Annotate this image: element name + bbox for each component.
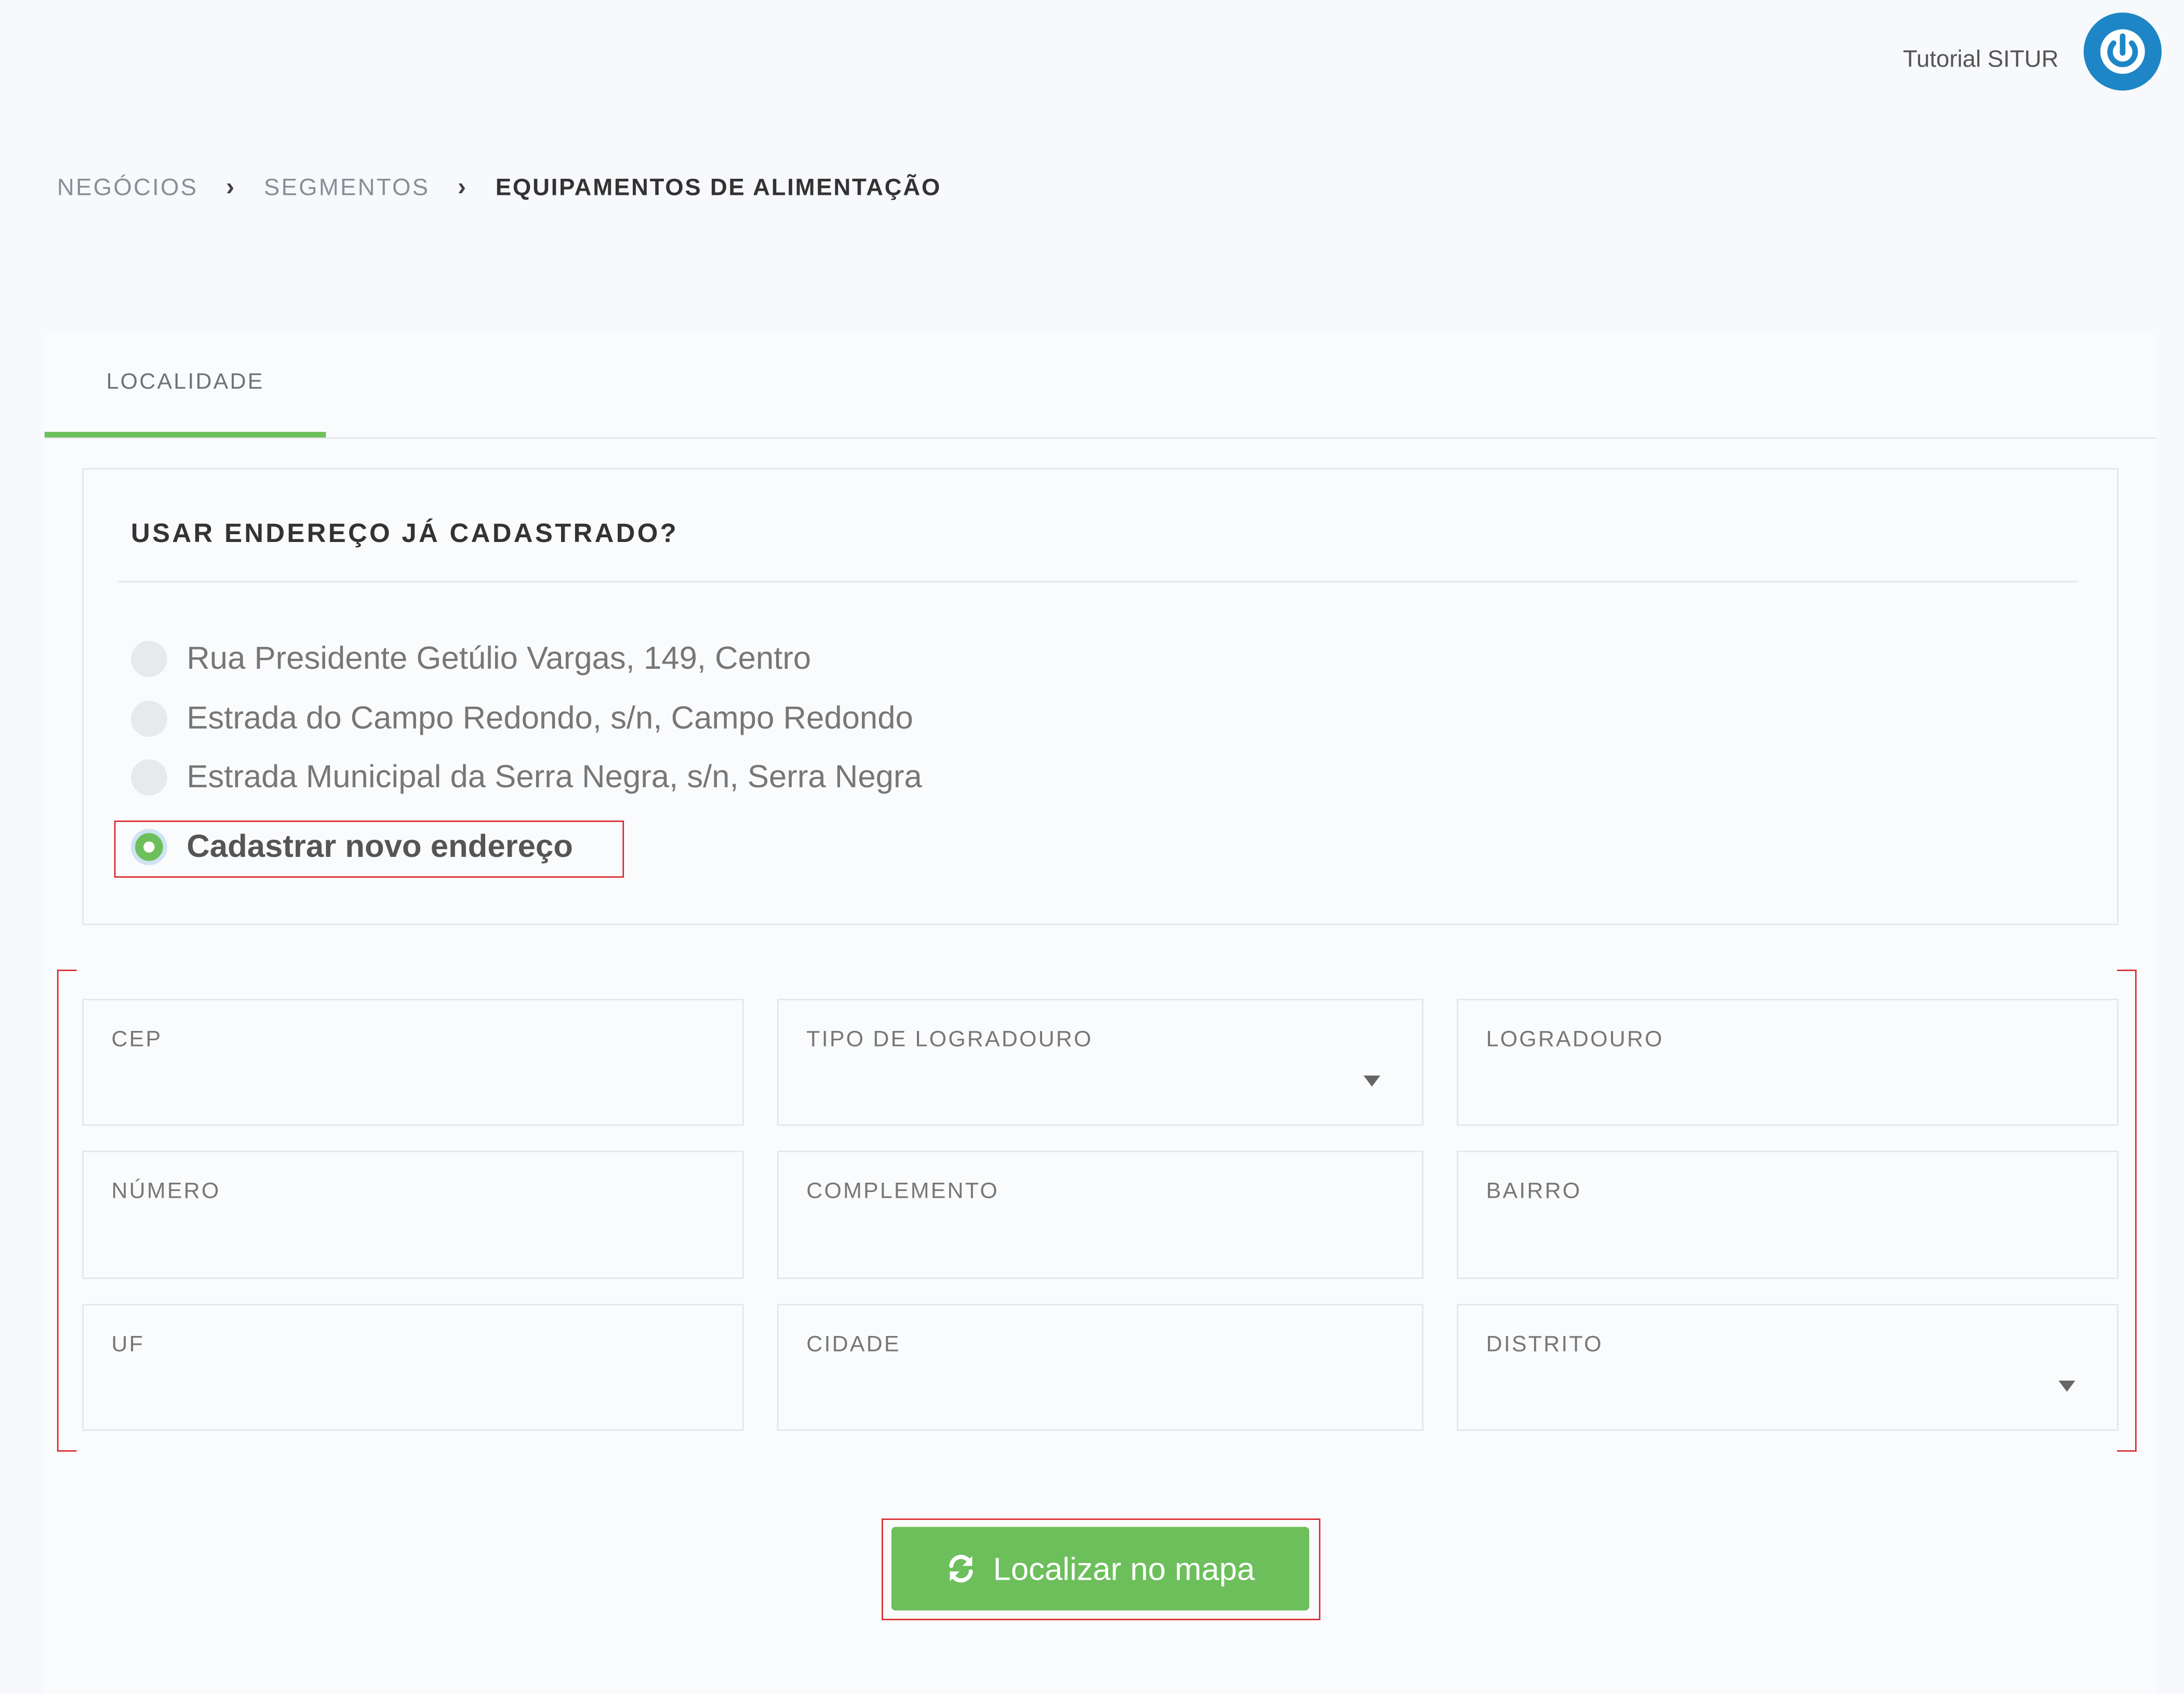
logout-button[interactable] [2083,12,2162,91]
radio-button[interactable] [131,640,167,677]
user-name: Tutorial SITUR [1902,46,2059,73]
breadcrumb-negocios[interactable]: NEGÓCIOS [57,174,198,202]
locate-on-map-button[interactable]: Localizar no mapa [891,1527,1310,1611]
uf-field[interactable]: UF [82,1304,744,1431]
tab-bar: LOCALIDADE [44,332,2156,439]
field-label: UF [111,1333,145,1357]
field-label: BAIRRO [1486,1180,1582,1204]
tab-localidade[interactable]: LOCALIDADE [44,332,326,438]
numero-field[interactable]: NÚMERO [82,1150,744,1279]
cidade-field[interactable]: CIDADE [777,1304,1423,1431]
breadcrumb: NEGÓCIOS › SEGMENTOS › EQUIPAMENTOS DE A… [57,173,941,202]
address-option-label: Estrada Municipal da Serra Negra, s/n, S… [187,758,922,795]
caret-down-icon [2058,1380,2075,1392]
page: Tutorial SITUR NEGÓCIOS › SEGMENTOS › EQ… [0,0,2184,1694]
address-option[interactable]: Rua Presidente Getúlio Vargas, 149, Cent… [131,640,811,677]
bracket-right [2117,969,2137,1452]
distrito-select[interactable]: DISTRITO [1457,1304,2119,1431]
power-icon [2100,29,2145,74]
breadcrumb-current: EQUIPAMENTOS DE ALIMENTAÇÃO [495,173,942,200]
saved-address-panel: USAR ENDEREÇO JÁ CADASTRADO? Rua Preside… [82,468,2119,925]
chevron-right-icon: › [457,173,468,201]
address-option[interactable]: Estrada do Campo Redondo, s/n, Campo Red… [131,699,913,737]
field-label: DISTRITO [1486,1333,1603,1357]
highlight-box [114,820,624,878]
address-option-label: Estrada do Campo Redondo, s/n, Campo Red… [187,699,913,736]
bairro-field[interactable]: BAIRRO [1457,1150,2119,1279]
field-label: TIPO DE LOGRADOURO [806,1028,1093,1052]
refresh-icon [945,1553,976,1584]
cep-field[interactable]: CEP [82,999,744,1126]
locate-on-map-label: Localizar no mapa [993,1550,1255,1586]
address-option[interactable]: Estrada Municipal da Serra Negra, s/n, S… [131,758,922,795]
breadcrumb-segmentos[interactable]: SEGMENTOS [264,174,430,202]
bracket-left [57,969,77,1452]
caret-down-icon [1363,1075,1380,1087]
main-card: LOCALIDADE USAR ENDEREÇO JÁ CADASTRADO? … [44,332,2156,1694]
complemento-field[interactable]: COMPLEMENTO [777,1150,1423,1279]
chevron-right-icon: › [225,173,236,201]
address-option-label: Rua Presidente Getúlio Vargas, 149, Cent… [187,639,811,676]
field-label: NÚMERO [111,1180,221,1204]
field-label: CEP [111,1028,163,1052]
logradouro-field[interactable]: LOGRADOURO [1457,999,2119,1126]
radio-button[interactable] [131,700,167,736]
tipo-logradouro-select[interactable]: TIPO DE LOGRADOURO [777,999,1423,1126]
field-label: CIDADE [806,1333,901,1357]
radio-button[interactable] [131,758,167,795]
field-label: LOGRADOURO [1486,1028,1664,1052]
field-label: COMPLEMENTO [806,1180,999,1204]
divider [118,580,2079,583]
saved-address-title: USAR ENDEREÇO JÁ CADASTRADO? [131,520,679,549]
